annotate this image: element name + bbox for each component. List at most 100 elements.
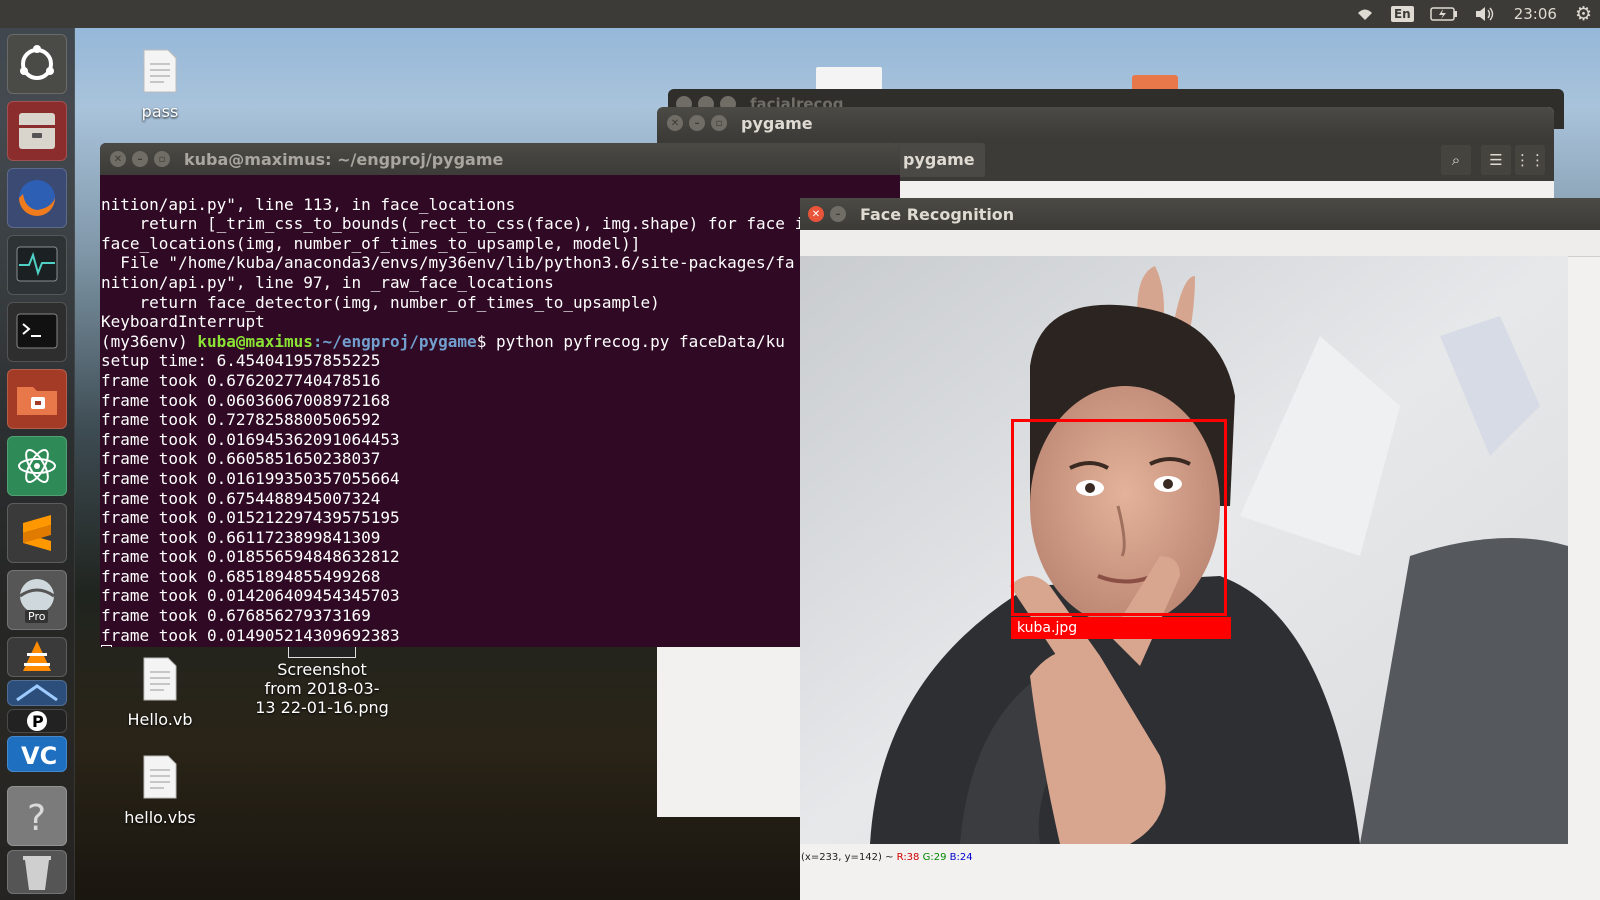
text-file-icon (143, 49, 177, 93)
title-bar[interactable]: ✕ – ▫ pygame (657, 107, 1554, 139)
terminal-line: frame took 0.015212297439575195 (101, 508, 400, 528)
terminal-prompt-line: (my36env) kuba@maximus:~/engproj/pygame$… (101, 332, 900, 352)
desktop-file-screenshot[interactable]: Screenshot from 2018-03- 13 22-01-16.png (252, 646, 392, 717)
sublime-text-icon[interactable] (7, 503, 67, 563)
terminal-line: frame took 0.016199350357055664 (101, 468, 400, 488)
terminal-line: frame took 0.7278258800506592 (101, 410, 381, 430)
terminal-line: frame took 0.6754488945007324 (101, 488, 381, 508)
visual-studio-code-icon[interactable]: VC (7, 736, 67, 772)
pixel-status-bar: (x=233, y=142) ~ R:38 G:29 B:24 (800, 850, 1569, 866)
keyboard-language-icon: En (1390, 6, 1414, 22)
prompt-env: (my36env) (101, 331, 198, 351)
maximize-icon[interactable]: ▫ (711, 115, 727, 131)
prompt-path: :~/engproj/pygame (312, 331, 477, 351)
settings-gear-icon[interactable]: ⚙ (1567, 0, 1600, 28)
minimize-icon[interactable]: – (830, 206, 846, 222)
desktop-partial-icon[interactable] (816, 67, 882, 91)
help-icon[interactable]: ? (7, 786, 67, 846)
opencv-toolbar (800, 230, 1600, 257)
face-name-label: kuba.jpg (1011, 617, 1231, 639)
wifi-icon[interactable] (1347, 0, 1383, 28)
desktop-file-hello-vbs[interactable]: hello.vbs (120, 754, 200, 827)
firefox-icon[interactable] (7, 168, 67, 228)
terminal-traceback: nition/api.py", line 113, in face_locati… (101, 195, 900, 332)
terminal-line: return [_trim_css_to_bounds(_rect_to_css… (101, 214, 805, 234)
clock[interactable]: 23:06 (1504, 0, 1567, 28)
minimize-icon[interactable]: – (132, 151, 148, 167)
volume-icon[interactable] (1466, 0, 1504, 28)
text-file-icon (143, 755, 177, 799)
terminal-cursor (101, 645, 112, 647)
terminal-frame-timings: setup time: 6.454041957855225 frame took … (101, 351, 900, 645)
close-icon[interactable]: ✕ (110, 151, 126, 167)
files-icon[interactable] (7, 101, 67, 161)
ubuntu-dash-icon[interactable] (7, 34, 67, 94)
desktop-file-label: hello.vbs (124, 808, 196, 827)
terminal-icon[interactable] (7, 302, 67, 362)
pycharm-icon[interactable]: P (7, 709, 67, 733)
title-bar[interactable]: ✕ – ▫ kuba@maximus: ~/engproj/pygame (100, 143, 900, 175)
close-icon[interactable]: ✕ (667, 115, 683, 131)
title-bar[interactable]: ✕ – Face Recognition (800, 198, 1600, 230)
svg-text:P: P (32, 712, 44, 731)
status-coords: (x=233, y=142) ~ (801, 852, 897, 863)
path-bar-button[interactable]: pygame (893, 143, 985, 177)
terminal-line: frame took 0.6611723899841309 (101, 527, 381, 547)
file-manager-icon[interactable] (7, 369, 67, 429)
atom-editor-icon[interactable] (7, 436, 67, 496)
status-red: R:38 (896, 852, 920, 863)
window-title: Face Recognition (860, 204, 1015, 224)
terminal-line: return face_detector(img, number_of_time… (101, 292, 660, 312)
desktop-file-label: Screenshot from 2018-03- 13 22-01-16.png (255, 660, 389, 717)
launcher: Pro P VC ? (0, 28, 75, 900)
desktop-file-pass[interactable]: pass (120, 48, 200, 121)
window-face-recognition[interactable]: ✕ – Face Recognition kuba.jpg (x=233, y=… (800, 198, 1600, 900)
terminal-line: frame took 0.014206409454345703 (101, 586, 400, 606)
status-green: G:29 (922, 852, 947, 863)
system-monitor-icon[interactable] (7, 235, 67, 295)
earth-pro-badge: Pro (25, 610, 49, 623)
vlc-icon[interactable] (7, 637, 67, 677)
grid-view-icon[interactable]: ⋮⋮ (1515, 145, 1545, 175)
python-ide-icon[interactable] (7, 680, 67, 706)
terminal-line: frame took 0.018556594848632812 (101, 547, 400, 567)
battery-icon[interactable] (1422, 0, 1466, 28)
terminal-output[interactable]: nition/api.py", line 113, in face_locati… (101, 175, 900, 647)
terminal-line: frame took 0.676856279373169 (101, 606, 371, 626)
prompt-user-host: kuba@maximus (197, 331, 313, 351)
close-icon[interactable]: ✕ (808, 206, 824, 222)
text-file-icon (143, 657, 177, 701)
trash-icon[interactable] (7, 850, 67, 894)
google-earth-pro-icon[interactable]: Pro (7, 570, 67, 630)
desktop-file-label: Hello.vb (127, 710, 193, 729)
keyboard-language-indicator[interactable]: En (1383, 0, 1422, 28)
top-panel: En 23:06 ⚙ (0, 0, 1600, 28)
prompt-command: $ python pyfrecog.py faceData/ku (476, 331, 785, 351)
terminal-line: nition/api.py", line 97, in _raw_face_lo… (101, 272, 554, 292)
terminal-line: frame took 0.6605851650238037 (101, 449, 381, 469)
list-view-icon[interactable]: ☰ (1481, 145, 1511, 175)
window-title: kuba@maximus: ~/engproj/pygame (184, 149, 504, 169)
search-icon[interactable]: ⌕ (1441, 145, 1471, 175)
svg-text:?: ? (27, 798, 46, 839)
face-detection-box (1011, 419, 1227, 616)
terminal-line: frame took 0.016945362091064453 (101, 429, 400, 449)
desktop-file-hello-vb[interactable]: Hello.vb (120, 656, 200, 729)
minimize-icon[interactable]: – (689, 115, 705, 131)
terminal-line: frame took 0.014905214309692383 (101, 625, 400, 645)
maximize-icon[interactable]: ▫ (154, 151, 170, 167)
terminal-line: frame took 0.06036067008972168 (101, 390, 390, 410)
terminal-line: setup time: 6.454041957855225 (101, 351, 381, 371)
terminal-cursor-line (101, 645, 900, 647)
terminal-line: KeyboardInterrupt (101, 312, 265, 332)
terminal-line: nition/api.py", line 113, in face_locati… (101, 194, 516, 214)
window-title: pygame (741, 113, 813, 133)
terminal-line: File "/home/kuba/anaconda3/envs/my36env/… (101, 253, 795, 273)
terminal-line: frame took 0.6851894855499268 (101, 566, 381, 586)
desktop-file-label: pass (141, 102, 179, 121)
terminal-window[interactable]: ✕ – ▫ kuba@maximus: ~/engproj/pygame nit… (100, 143, 900, 647)
status-blue: B:24 (949, 852, 973, 863)
image-file-icon (288, 646, 356, 658)
terminal-line: frame took 0.6762027740478516 (101, 370, 381, 390)
svg-text:VC: VC (21, 742, 57, 770)
